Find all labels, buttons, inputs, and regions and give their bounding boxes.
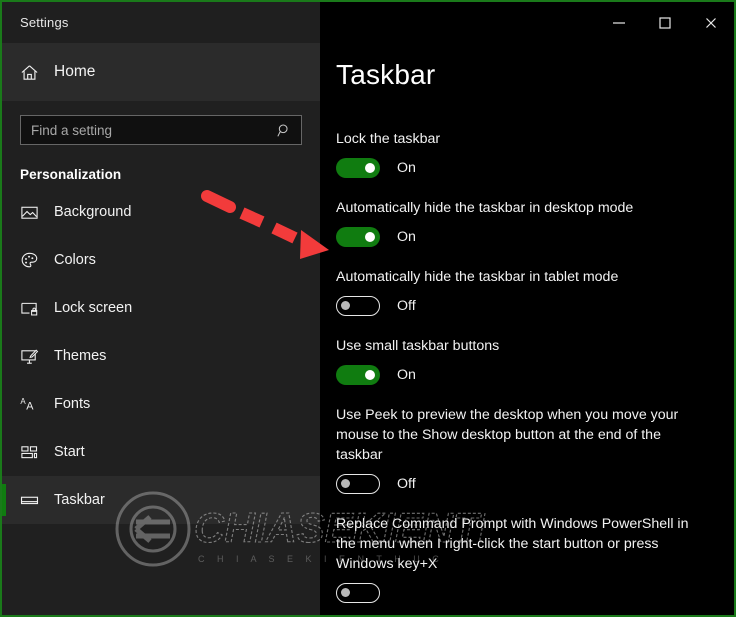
themes-icon [20, 347, 54, 366]
toggle-state-label: Off [397, 476, 416, 492]
page-title: Taskbar [336, 59, 436, 90]
toggle-row[interactable] [336, 574, 734, 603]
image-icon [20, 203, 54, 222]
setting-label: Lock the taskbar [336, 131, 441, 147]
small-taskbar-buttons-toggle[interactable] [336, 365, 380, 385]
sidebar-item-label: Background [54, 204, 132, 220]
setting-label: Replace Command Prompt with Windows Powe… [336, 516, 689, 572]
search-wrapper [2, 101, 320, 145]
sidebar-item-home[interactable]: Home [2, 43, 320, 101]
sidebar-item-background[interactable]: Background [2, 188, 320, 236]
setting-label: Use Peek to preview the desktop when you… [336, 407, 679, 463]
fonts-icon: A A [20, 395, 54, 414]
sidebar-group-title: Personalization [20, 167, 122, 182]
home-icon [20, 63, 54, 82]
toggle-row[interactable]: On [336, 356, 734, 385]
sidebar-item-label: Taskbar [54, 492, 105, 508]
sidebar-item-label: Lock screen [54, 300, 133, 316]
taskbar-icon [20, 491, 54, 510]
setting-autohide-desktop: Automatically hide the taskbar in deskto… [336, 178, 734, 247]
sidebar-item-label: Start [54, 444, 85, 460]
sidebar-item-colors[interactable]: Colors [2, 236, 320, 284]
toggle-row[interactable]: Off [336, 465, 734, 494]
toggle-state-label: On [397, 229, 416, 245]
sidebar-item-taskbar[interactable]: Taskbar [2, 476, 320, 524]
setting-label: Use small taskbar buttons [336, 338, 500, 354]
main-content: Taskbar Lock the taskbar On Automaticall… [320, 43, 734, 615]
settings-window: Settings Home Find a setting Personaliza… [0, 0, 736, 617]
app-title: Settings [20, 15, 69, 30]
search-icon[interactable] [277, 123, 301, 138]
toggle-row[interactable]: On [336, 149, 734, 178]
title-bar: Settings [2, 2, 734, 43]
close-button[interactable] [688, 2, 734, 43]
sidebar-item-start[interactable]: Start [2, 428, 320, 476]
sidebar-item-label: Fonts [54, 396, 91, 412]
window-controls [320, 2, 734, 43]
autohide-desktop-toggle[interactable] [336, 227, 380, 247]
toggle-state-label: On [397, 160, 416, 176]
setting-small-taskbar-buttons: Use small taskbar buttons On [336, 316, 734, 385]
sidebar-item-themes[interactable]: Themes [2, 332, 320, 380]
setting-label: Automatically hide the taskbar in tablet… [336, 269, 619, 285]
svg-text:A: A [26, 400, 34, 412]
autohide-tablet-toggle[interactable] [336, 296, 380, 316]
setting-label: Automatically hide the taskbar in deskto… [336, 200, 634, 216]
setting-replace-command-prompt: Replace Command Prompt with Windows Powe… [336, 494, 734, 603]
setting-lock-the-taskbar: Lock the taskbar On [336, 91, 734, 178]
sidebar-item-lock-screen[interactable]: Lock screen [2, 284, 320, 332]
search-box[interactable] [20, 115, 302, 145]
palette-icon [20, 251, 54, 270]
maximize-button[interactable] [642, 2, 688, 43]
sidebar: Home Personalization Bac [2, 43, 320, 615]
title-bar-left: Settings [2, 2, 320, 43]
minimize-button[interactable] [596, 2, 642, 43]
setting-use-peek: Use Peek to preview the desktop when you… [336, 385, 734, 494]
sidebar-item-label: Colors [54, 252, 96, 268]
toggle-row[interactable]: Off [336, 287, 734, 316]
toggle-state-label: Off [397, 298, 416, 314]
setting-autohide-tablet: Automatically hide the taskbar in tablet… [336, 247, 734, 316]
sidebar-item-label: Themes [54, 348, 107, 364]
start-tiles-icon [20, 443, 54, 462]
use-peek-toggle[interactable] [336, 474, 380, 494]
home-label: Home [54, 63, 96, 80]
search-input[interactable] [21, 122, 277, 138]
toggle-state-label: On [397, 367, 416, 383]
replace-command-prompt-toggle[interactable] [336, 583, 380, 603]
sidebar-item-fonts[interactable]: A A Fonts [2, 380, 320, 428]
toggle-row[interactable]: On [336, 218, 734, 247]
lock-taskbar-toggle[interactable] [336, 158, 380, 178]
lock-screen-icon [20, 299, 54, 318]
